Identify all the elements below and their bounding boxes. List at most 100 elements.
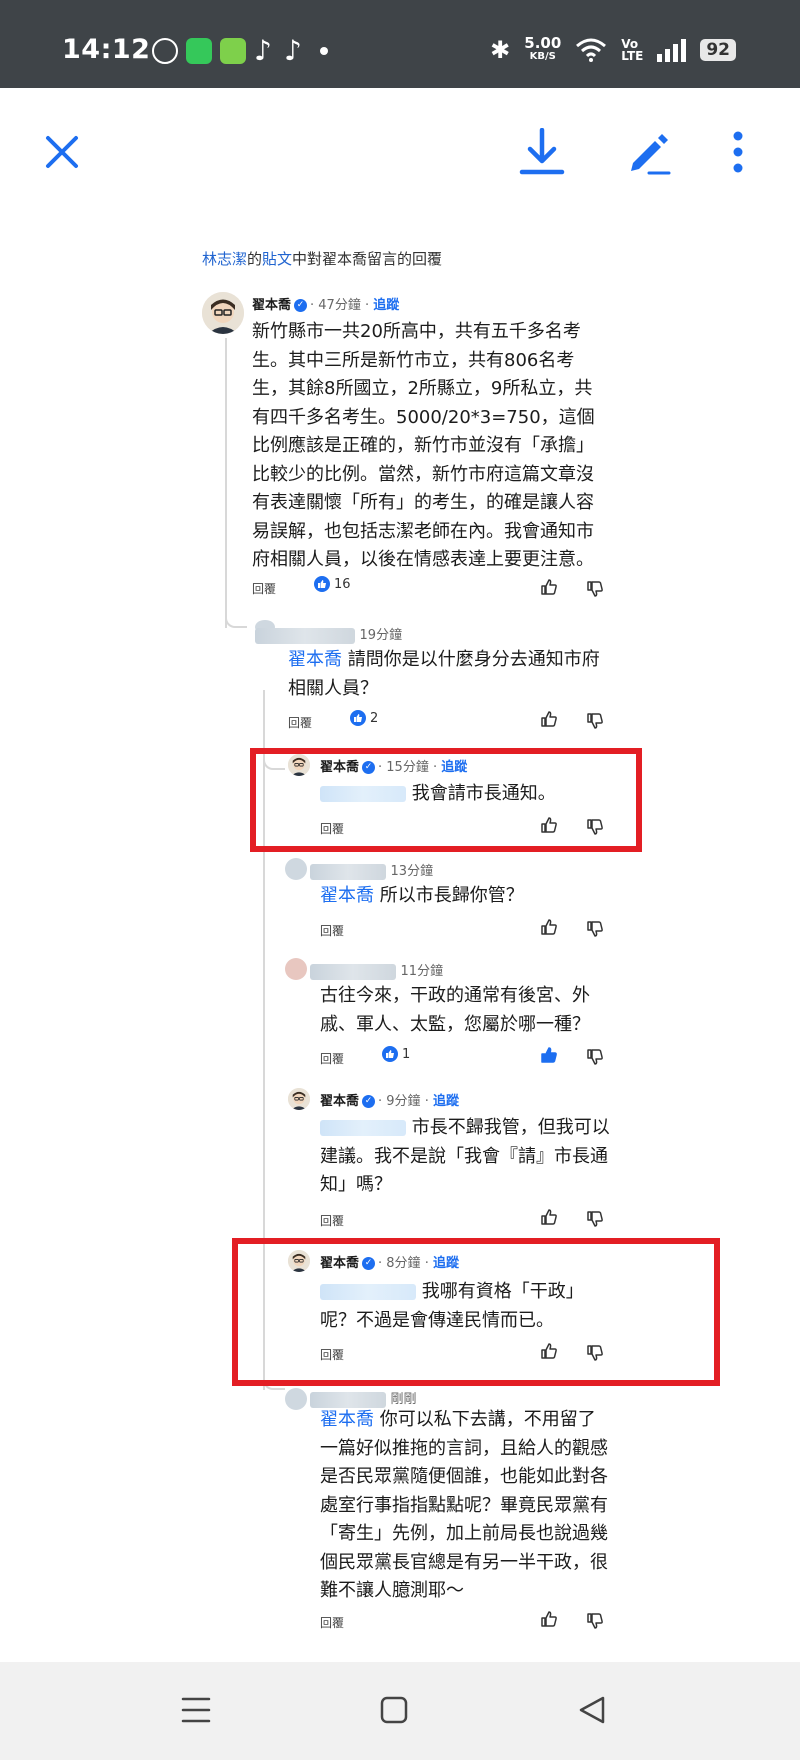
verified-badge-icon: ✓ [362, 1257, 376, 1270]
comment-body: 翟本喬 所以市長歸你管？ [320, 882, 610, 911]
comment-time: 11分鐘 [400, 964, 444, 979]
comment-author[interactable]: 翟本喬 [320, 1256, 359, 1271]
reply-button[interactable]: 回覆 [252, 580, 276, 597]
recents-button[interactable] [172, 1686, 220, 1734]
status-bar: 14:12 ✱ 5.00 KB/S Vo LTE 92 [0, 0, 800, 88]
back-button[interactable] [568, 1686, 616, 1734]
comment-body: 古往今來，干政的通常有後宮、外戚、軍人、太監，您屬於哪一種？ [320, 985, 590, 1035]
volte-bottom: LTE [621, 49, 644, 63]
more-vertical-icon [733, 131, 743, 173]
comment-header: 11分鐘 [310, 960, 443, 980]
network-speed: 5.00 KB/S [524, 36, 561, 63]
thumbs-down-button[interactable] [586, 1612, 604, 1630]
comment-text-line1: 我哪有資格「干政」 [421, 1281, 584, 1302]
source-de: 的 [247, 250, 263, 268]
thumbs-down-button[interactable] [586, 920, 604, 938]
edit-button[interactable] [618, 122, 678, 182]
thumbs-down-button[interactable] [586, 580, 604, 598]
network-speed-unit: KB/S [529, 51, 556, 62]
comment-text: 所以市長歸你管？ [374, 885, 524, 906]
comment-time: 8分鐘 [386, 1256, 421, 1271]
home-button[interactable] [370, 1686, 418, 1734]
tiktok-icon-2 [284, 34, 306, 67]
back-triangle-icon [579, 1696, 605, 1724]
thumbs-up-button[interactable] [540, 710, 558, 728]
reply-button[interactable]: 回覆 [320, 820, 344, 837]
mention-link[interactable]: 翟本喬 [320, 885, 374, 906]
tiktok-icon [254, 34, 276, 67]
thread-hook-1 [225, 610, 247, 628]
close-icon [46, 136, 78, 168]
thumbs-down-button[interactable] [586, 1344, 604, 1362]
thread-line-main [225, 338, 227, 628]
mention-link[interactable]: 翟本喬 [288, 649, 342, 670]
avatar[interactable] [288, 1088, 310, 1110]
avatar[interactable] [288, 754, 310, 776]
avatar[interactable] [202, 292, 244, 334]
follow-button[interactable]: 追蹤 [441, 760, 467, 775]
post-link[interactable]: 貼文 [262, 250, 292, 268]
comment-body: 市長不歸我管，但我可以建議。我不是說「我會『請』市長通知」嗎？ [320, 1114, 610, 1200]
comment-author[interactable]: 翟本喬 [320, 760, 359, 775]
comment-time: 19分鐘 [359, 628, 403, 643]
reply-button[interactable]: 回覆 [320, 1212, 344, 1229]
thumbs-down-button[interactable] [586, 1210, 604, 1228]
like-count-value: 2 [370, 710, 379, 726]
comment-author[interactable]: 翟本喬 [320, 1094, 359, 1109]
mention-link[interactable]: 翟本喬 [320, 1409, 374, 1430]
verified-badge-icon: ✓ [362, 761, 376, 774]
signal-icon [657, 38, 687, 62]
system-nav-bar [0, 1662, 800, 1760]
thumbs-down-button[interactable] [586, 1048, 604, 1066]
thumbs-up-button[interactable] [540, 1610, 558, 1628]
comment-body: 翟本喬 你可以私下去講，不用留了一篇好似推拖的言詞，且給人的觀感是否民眾黨隨便個… [320, 1406, 610, 1606]
post-author-link[interactable]: 林志潔 [202, 250, 247, 268]
comment-text-line1: 市長不歸我管，但我可以 [411, 1117, 610, 1138]
status-indicators: ✱ 5.00 KB/S Vo LTE 92 [490, 36, 736, 64]
reply-button[interactable]: 回覆 [320, 1346, 344, 1363]
menu-icon [181, 1697, 211, 1723]
follow-button[interactable]: 追蹤 [373, 298, 399, 313]
blurred-mention [320, 1284, 416, 1300]
reply-button[interactable]: 回覆 [320, 922, 344, 939]
thumbs-down-button[interactable] [586, 712, 604, 730]
comment-time: 9分鐘 [386, 1094, 421, 1109]
thumbs-up-button[interactable] [540, 816, 558, 834]
like-count: 1 [382, 1046, 410, 1062]
comment-body: 新竹縣市一共20所高中，共有五千多名考生。其中三所是新竹市立，共有806名考生，… [252, 321, 595, 570]
reply-button[interactable]: 回覆 [320, 1050, 344, 1067]
comment-text: 你可以私下去講，不用留了一篇好似推拖的言詞，且給人的觀感是否民眾黨隨便個誰，也能… [320, 1409, 608, 1601]
thumbs-up-button[interactable] [540, 1208, 558, 1226]
avatar[interactable] [288, 1250, 310, 1272]
grid-app-icon [220, 38, 246, 64]
follow-button[interactable]: 追蹤 [433, 1256, 459, 1271]
download-button[interactable] [512, 122, 572, 182]
comment-author[interactable]: 翟本喬 [252, 298, 291, 313]
thumbs-up-button[interactable] [540, 1342, 558, 1360]
comment-body: 翟本喬 請問你是以什麼身分去通知市府相關人員？ [288, 646, 610, 703]
status-app-icons [152, 34, 328, 67]
reply-button[interactable]: 回覆 [288, 714, 312, 731]
more-options-button[interactable] [708, 122, 768, 182]
thumbs-down-button[interactable] [586, 818, 604, 836]
battery-level: 92 [700, 39, 736, 61]
like-badge-icon [314, 576, 330, 592]
blurred-mention [320, 786, 406, 802]
viewer-toolbar [0, 88, 800, 218]
reply-button[interactable]: 回覆 [320, 1614, 344, 1631]
thumbs-up-button[interactable] [540, 918, 558, 936]
edit-pen-icon [631, 134, 671, 175]
like-count-value: 16 [334, 576, 351, 592]
comment-time: 47分鐘 [318, 298, 361, 313]
follow-button[interactable]: 追蹤 [433, 1094, 459, 1109]
blurred-avatar [285, 958, 307, 980]
thumbs-up-button[interactable] [540, 578, 558, 596]
blurred-username [310, 963, 396, 980]
comment-text-rest: 建議。我不是說「我會『請』市長通知」嗎？ [320, 1145, 608, 1196]
download-icon [519, 128, 565, 175]
thumbs-up-button-active[interactable] [540, 1046, 558, 1064]
status-time: 14:12 [62, 34, 151, 65]
verified-badge-icon: ✓ [362, 1095, 376, 1108]
close-button[interactable] [32, 122, 92, 182]
comment-text-rest: 呢？不過是會傳達民情而已。 [320, 1309, 554, 1331]
